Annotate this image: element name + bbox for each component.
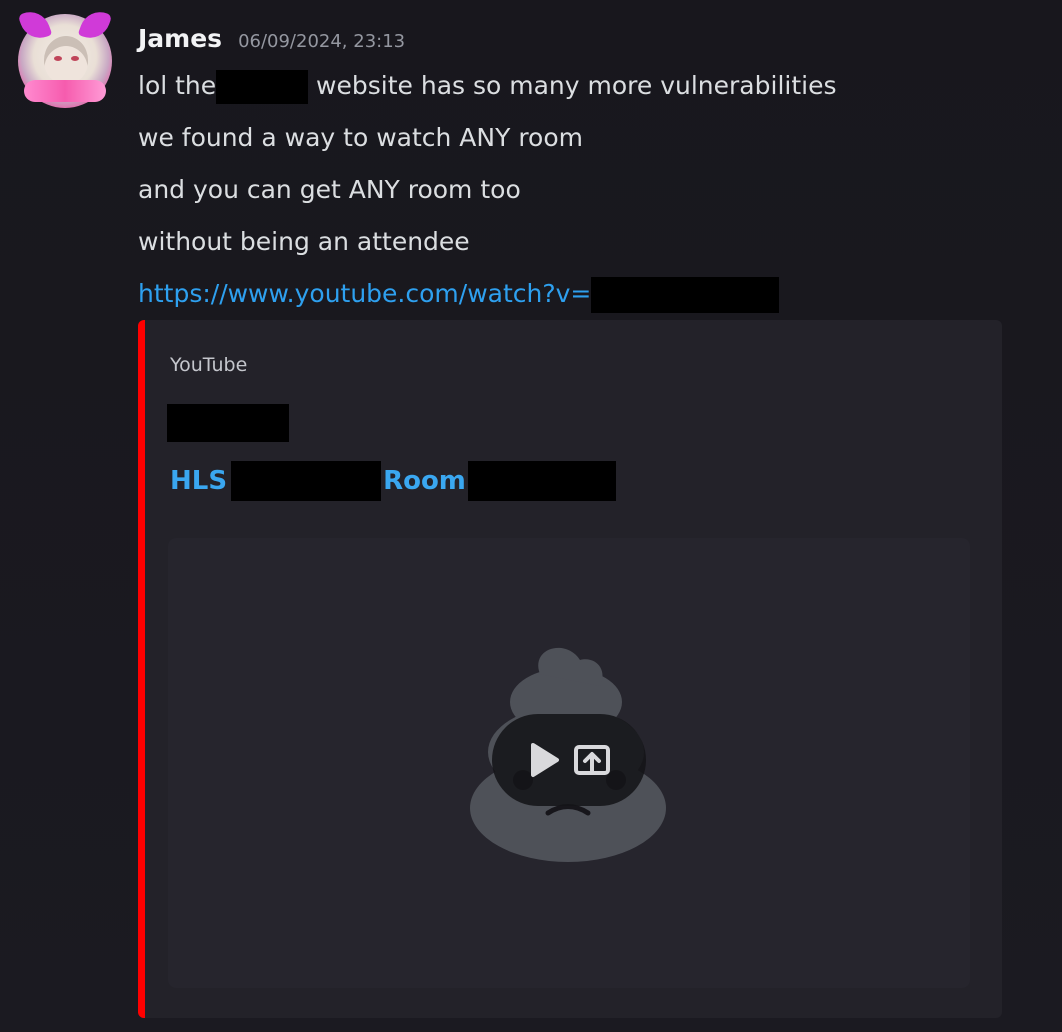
avatar[interactable]	[17, 6, 113, 108]
message-line-2: we found a way to watch ANY room	[138, 123, 583, 152]
avatar-eye-left	[54, 56, 62, 61]
username[interactable]: James	[138, 24, 222, 53]
message-header: James 06/09/2024, 23:13	[138, 24, 405, 60]
embed-title-text: Room	[383, 466, 466, 496]
open-external-icon[interactable]	[573, 743, 611, 777]
message-text: website has so many more vulnerabilities	[308, 71, 837, 100]
avatar-eye-right	[71, 56, 79, 61]
video-thumbnail[interactable]	[168, 538, 970, 988]
message-line-1: lol the website has so many more vulnera…	[138, 68, 837, 104]
youtube-embed: YouTube HLS Room	[138, 320, 1002, 1018]
embed-accent-bar	[138, 320, 145, 1018]
play-icon[interactable]	[527, 741, 561, 779]
redaction-box	[467, 461, 616, 501]
embed-provider[interactable]: YouTube	[170, 354, 247, 376]
message-line-4: without being an attendee	[138, 227, 470, 256]
redaction-box	[216, 70, 309, 104]
avatar-face	[44, 36, 88, 84]
message-line-3: and you can get ANY room too	[138, 175, 521, 204]
embed-author-redacted	[167, 404, 289, 442]
avatar-ear-right	[77, 6, 113, 44]
embed-title-text: HLS	[170, 466, 228, 496]
avatar-fluff	[24, 80, 106, 102]
video-controls	[492, 714, 646, 806]
embed-title[interactable]: HLS Room	[170, 460, 616, 502]
message-link-line: https://www.youtube.com/watch?v=	[138, 276, 780, 313]
message-text: lol the	[138, 71, 225, 100]
avatar-ear-left	[17, 6, 53, 44]
youtube-link[interactable]: https://www.youtube.com/watch?v=	[138, 279, 591, 308]
redaction-box	[231, 461, 382, 501]
redaction-box	[591, 277, 780, 313]
timestamp[interactable]: 06/09/2024, 23:13	[238, 31, 405, 52]
